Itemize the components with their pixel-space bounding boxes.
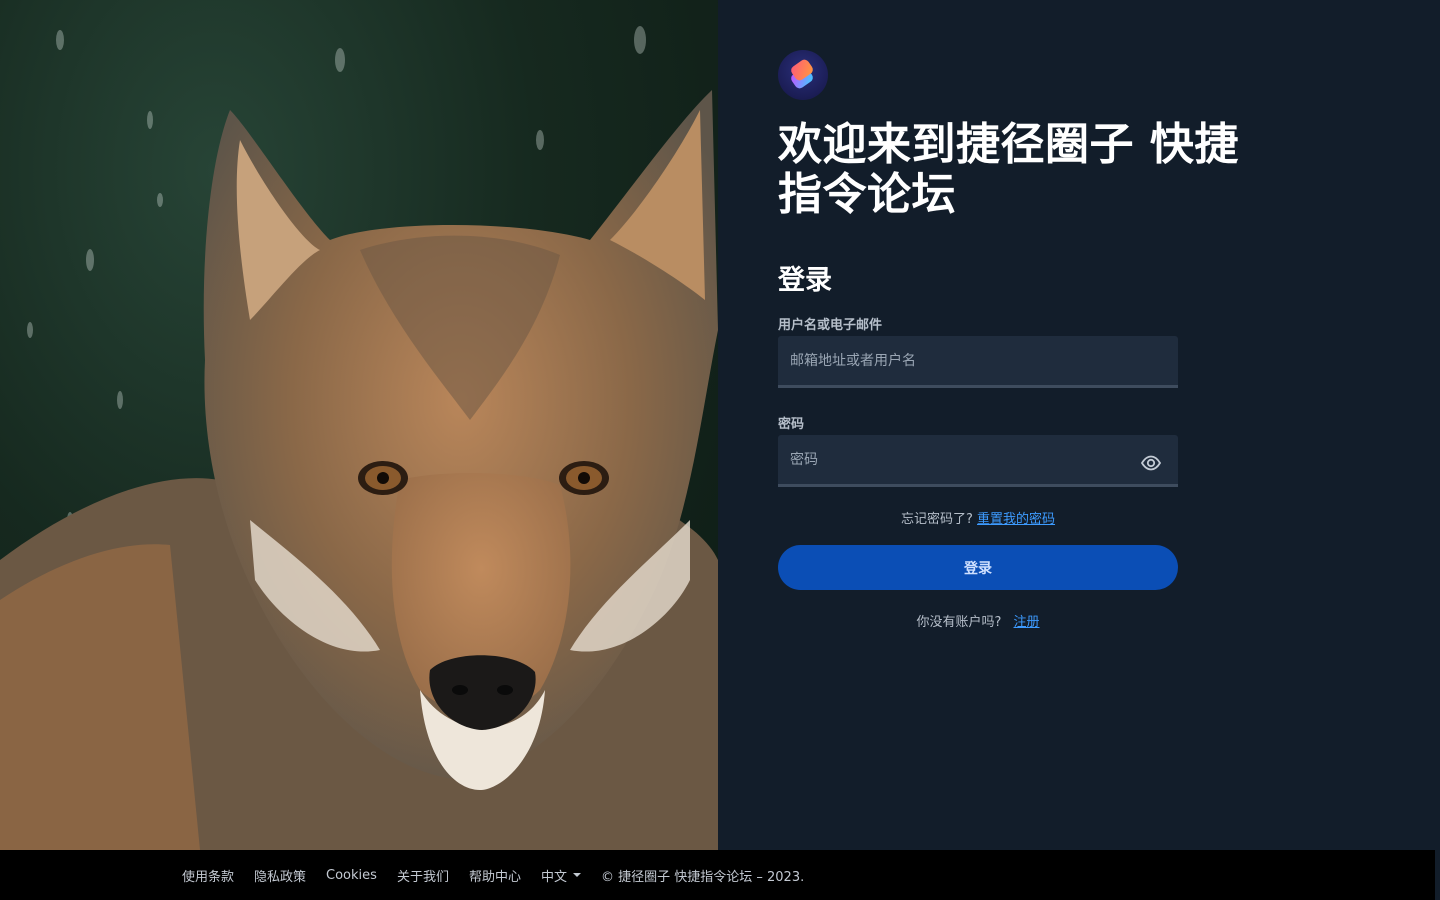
- footer-link-privacy[interactable]: 隐私政策: [254, 866, 306, 885]
- page-headline: 欢迎来到捷径圈子 快捷指令论坛: [778, 119, 1239, 220]
- forgot-password-text: 忘记密码了?: [900, 512, 973, 527]
- hero-image: [0, 0, 718, 850]
- login-page: 欢迎来到捷径圈子 快捷指令论坛 登录 用户名或电子邮件 密码 忘记密码了? 重置…: [0, 0, 1440, 900]
- login-title: 登录: [778, 265, 832, 296]
- password-input[interactable]: [778, 435, 1178, 487]
- footer-link-help[interactable]: 帮助中心: [469, 866, 521, 885]
- no-account-text: 你没有账户吗?: [916, 615, 1002, 630]
- footer-link-cookies[interactable]: Cookies: [326, 868, 377, 883]
- shortcuts-logo-icon: [778, 50, 828, 100]
- password-label: 密码: [778, 417, 805, 432]
- reset-password-link[interactable]: 重置我的密码: [977, 512, 1055, 527]
- forgot-password-row: 忘记密码了? 重置我的密码: [778, 508, 1178, 527]
- language-label: 中文: [540, 869, 567, 885]
- footer: 使用条款 隐私政策 Cookies 关于我们 帮助中心 中文 © 捷径圈子 快捷…: [0, 850, 1435, 900]
- login-button[interactable]: 登录: [778, 545, 1178, 590]
- signup-row: 你没有账户吗? 注册: [778, 611, 1178, 630]
- copyright-text: © 捷径圈子 快捷指令论坛 – 2023.: [600, 869, 805, 885]
- footer-link-about[interactable]: 关于我们: [397, 866, 449, 885]
- username-input[interactable]: [778, 336, 1178, 388]
- username-label: 用户名或电子邮件: [778, 318, 883, 333]
- register-link[interactable]: 注册: [1014, 615, 1040, 630]
- footer-link-terms[interactable]: 使用条款: [182, 866, 234, 885]
- login-panel: 欢迎来到捷径圈子 快捷指令论坛 登录 用户名或电子邮件 密码 忘记密码了? 重置…: [718, 0, 1440, 850]
- chevron-down-icon: [572, 873, 581, 877]
- eye-icon[interactable]: [1140, 452, 1162, 474]
- wolf-illustration: [0, 26, 718, 850]
- language-selector[interactable]: 中文: [541, 866, 581, 885]
